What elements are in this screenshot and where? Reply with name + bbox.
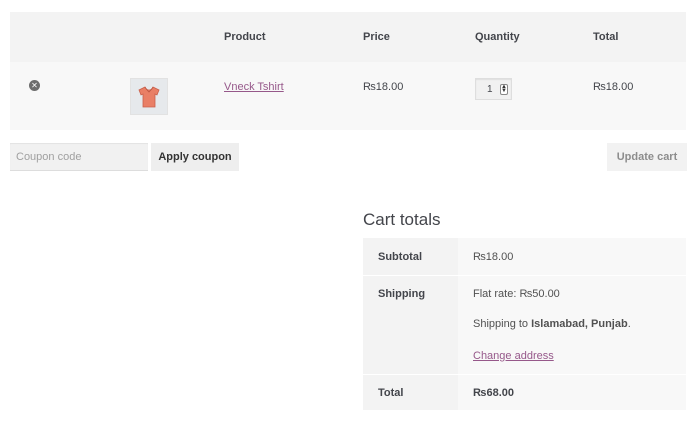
row-divider [363,275,686,276]
cart-totals-title: Cart totals [363,210,441,229]
product-subtotal: ₨18.00 [593,81,634,93]
update-cart-button[interactable]: Update cart [607,143,687,171]
flat-rate-label: Flat rate: [473,288,517,300]
quantity-stepper[interactable]: 1 ▲ ▼ [475,78,512,100]
coupon-code-input[interactable] [10,143,148,171]
subtotal-value: ₨18.00 [473,251,514,263]
shipping-label: Shipping [378,288,426,300]
cart-totals-table: Subtotal ₨18.00 Shipping Flat rate: ₨50.… [363,238,686,410]
shipping-to-prefix: Shipping to [473,318,529,330]
cart-table-header: Product Price Quantity Total [10,12,686,62]
header-quantity: Quantity [475,31,520,43]
total-label: Total [378,387,404,399]
change-address-link[interactable]: Change address [473,350,554,362]
tshirt-icon [138,85,160,107]
totals-label-column [363,238,458,410]
quantity-value: 1 [487,84,493,95]
flat-rate-value: ₨50.00 [519,288,560,300]
product-name-link[interactable]: Vneck Tshirt [224,81,284,93]
header-total: Total [593,31,619,43]
shipping-destination: Shipping to Islamabad, Punjab. [473,318,631,330]
remove-item-icon[interactable]: ✕ [29,80,40,91]
order-total-value: ₨68.00 [473,387,515,399]
product-price: ₨18.00 [363,81,404,93]
shipping-to-location: Islamabad, Punjab [531,318,628,330]
shipping-to-suffix: . [627,318,631,330]
cart-table: Product Price Quantity Total ✕ Vneck Tsh… [10,12,686,130]
header-price: Price [363,31,390,43]
product-thumbnail[interactable] [130,78,168,115]
row-divider [363,374,686,375]
subtotal-label: Subtotal [378,251,422,263]
flat-rate: Flat rate: ₨50.00 [473,288,560,300]
header-product: Product [224,31,266,43]
up-down-spinner-icon[interactable]: ▲ ▼ [500,84,508,95]
apply-coupon-button[interactable]: Apply coupon [151,143,239,171]
